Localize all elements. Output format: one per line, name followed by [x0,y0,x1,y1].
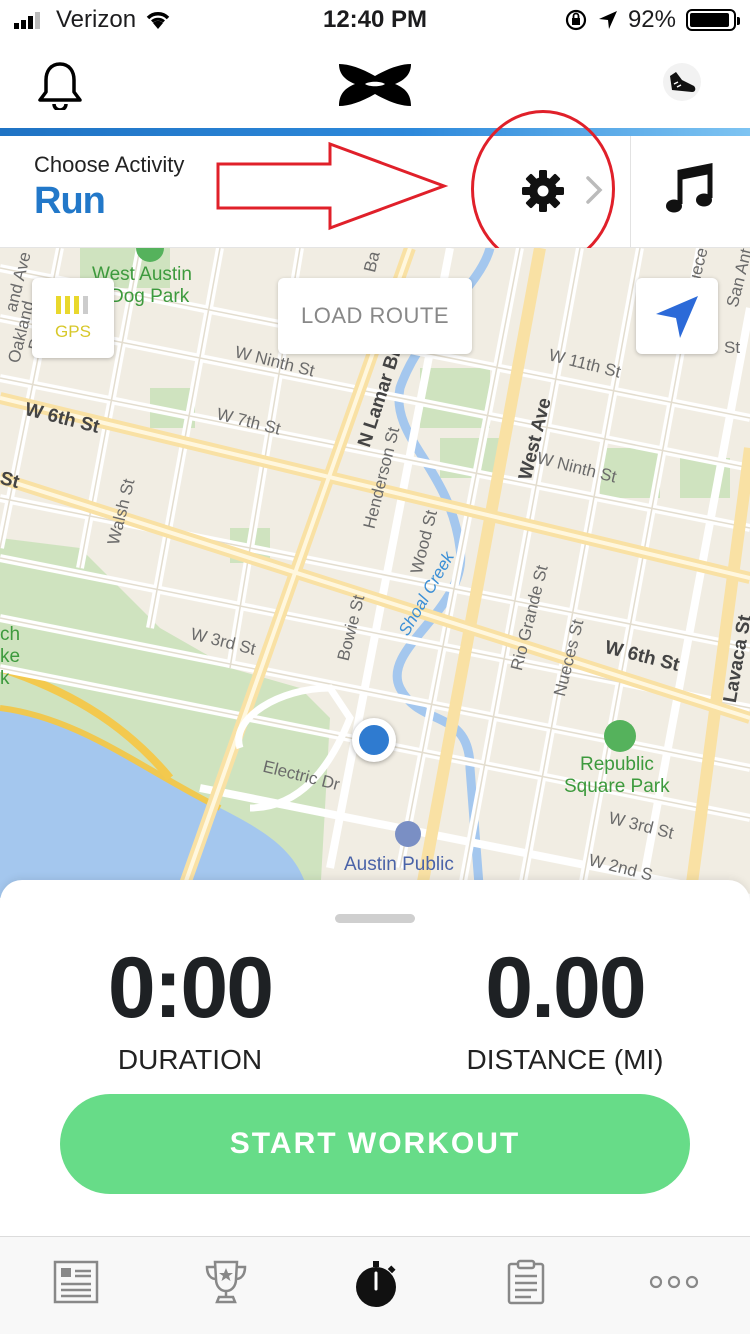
map-view[interactable]: West Austin Dog Park W Ninth St W 7th St… [0,248,750,898]
stopwatch-icon [356,1261,396,1307]
annotation-arrow [216,141,449,231]
battery-icon [686,9,740,31]
clipboard-icon [507,1259,545,1305]
map-label: Republic [580,754,654,775]
map-label: ch [0,624,21,645]
annotation-circle [471,110,615,268]
navigation-arrow-icon [656,296,698,338]
duration-label: DURATION [117,1044,263,1075]
location-arrow-icon [598,11,617,29]
gps-indicator[interactable]: GPS [32,278,114,358]
start-workout-button[interactable]: START WORKOUT [60,1094,690,1194]
workout-sheet: 0:00 DURATION 0.00 DISTANCE (MI) START W… [0,880,750,1236]
map-label: ke [0,646,21,667]
distance-stat: 0.00 DISTANCE (MI) [440,938,690,1076]
divider [630,136,631,248]
status-bar: Verizon 12:40 PM 92% [0,0,750,40]
shoe-icon[interactable] [662,62,702,102]
feed-icon [53,1260,99,1304]
under-armour-logo [339,64,411,106]
accent-bar [0,128,750,136]
tab-challenges[interactable] [196,1259,256,1315]
distance-value: 0.00 [485,940,646,1036]
bell-icon[interactable] [36,60,84,110]
map-label: Square Park [564,776,670,797]
battery-percent: 92% [627,6,676,33]
music-icon[interactable] [666,162,714,216]
drag-handle[interactable] [335,914,415,923]
map-label: Austin Public [344,854,454,875]
gps-label: GPS [55,322,91,341]
map-label: St [724,338,741,357]
locate-me-button[interactable] [636,278,718,354]
tab-bar [0,1236,750,1334]
current-location-marker [352,718,396,762]
map-label: k [0,668,10,689]
more-icon [649,1275,699,1289]
map-label: Dog Park [110,286,190,307]
load-route-button[interactable]: LOAD ROUTE [278,278,472,354]
tab-plans[interactable] [496,1259,556,1315]
tab-more[interactable] [644,1259,704,1315]
rotation-lock-icon [565,9,587,31]
gps-signal-icon [56,296,88,314]
duration-stat: 0:00 DURATION [80,938,300,1076]
top-nav [0,40,750,128]
tab-record[interactable] [346,1259,406,1315]
distance-label: DISTANCE (MI) [466,1044,664,1075]
trophy-icon [205,1260,247,1304]
duration-value: 0:00 [107,940,274,1036]
tab-feed[interactable] [46,1259,106,1315]
activity-value[interactable]: Run [34,180,106,223]
choose-activity-label: Choose Activity [34,152,185,177]
